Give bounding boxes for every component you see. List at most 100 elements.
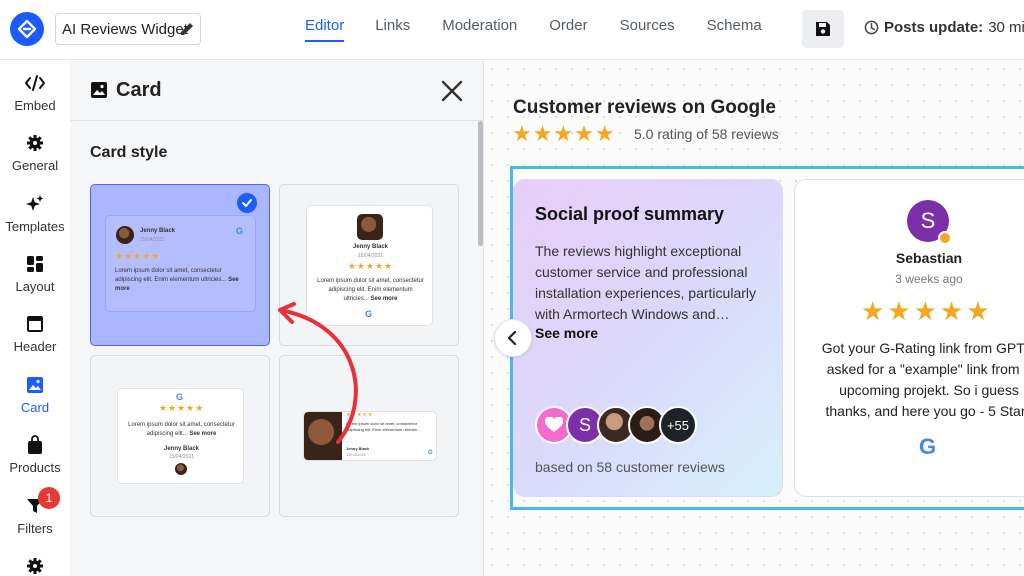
logo-icon — [17, 19, 37, 39]
code-icon — [24, 72, 46, 94]
posts-update-value: 30 min — [988, 19, 1024, 36]
sidebar-item-label: Card — [20, 400, 50, 415]
reviewer-avatar — [357, 214, 383, 240]
google-icon: G — [236, 226, 244, 236]
panel-title: Card — [116, 79, 162, 101]
reviewer-avatar — [175, 463, 187, 475]
clock-icon — [864, 20, 879, 35]
main-tabs: Editor Links Moderation Order Sources Sc… — [290, 0, 762, 60]
sidebar-item-label: Embed — [14, 98, 56, 113]
heart-icon — [545, 417, 563, 432]
sidebar-item-templates[interactable]: Templates — [0, 193, 70, 234]
see-more-link[interactable]: See more — [535, 325, 598, 341]
tab-schema[interactable]: Schema — [707, 0, 762, 60]
posts-update-status: Posts update: 30 min — [864, 19, 1024, 36]
mini-review-date: 15/04/2021 — [346, 452, 367, 457]
bag-icon — [24, 434, 46, 456]
card-settings-panel: Card Card style Jenny Black 15/04/2021 G… — [70, 61, 484, 576]
card-style-option-3[interactable]: G ★★★★★ Lorem ipsum dolor sit amet, cons… — [90, 355, 270, 517]
local-guide-badge — [938, 231, 952, 245]
card-style-option-2[interactable]: Jenny Black 15/04/2021 ★★★★★ Lorem ipsum… — [279, 184, 459, 346]
reviewer-name: Sebastian — [895, 250, 963, 266]
mini-reviewer-name: Jenny Black — [346, 446, 370, 451]
preview-title: Customer reviews on Google — [513, 97, 776, 118]
tab-sources[interactable]: Sources — [620, 0, 675, 60]
summary-body: The reviews highlight exceptional custom… — [535, 243, 756, 322]
tab-links[interactable]: Links — [375, 0, 410, 60]
close-icon[interactable] — [438, 77, 466, 105]
sidebar-item-label: Templates — [5, 219, 65, 234]
sidebar-item-label: Filters — [17, 521, 53, 536]
image-icon — [24, 374, 46, 396]
top-bar: AI Reviews Widget Editor Links Moderatio… — [0, 0, 1024, 60]
preview-star-rating: ★★★★★ — [512, 121, 616, 146]
summary-title: Social proof summary — [535, 204, 725, 224]
sidebar-item-label: Layout — [15, 279, 55, 294]
mini-star-rating: ★★★★★ — [158, 403, 205, 413]
mini-review-card: Jenny Black 15/04/2021 G ★★★★★ Lorem ips… — [105, 215, 256, 312]
header-icon — [24, 313, 46, 335]
reviewer-initial: S — [920, 208, 936, 233]
mini-review-text: Lorem ipsum dolor sit amet, consectetur … — [346, 421, 421, 432]
social-proof-summary-card: Social proof summary The reviews highlig… — [513, 179, 783, 497]
widget-preview: Customer reviews on Google ★★★★★ 5.0 rat… — [484, 61, 1024, 576]
summary-based-on: based on 58 customer reviews — [535, 459, 725, 475]
posts-update-label: Posts update: — [884, 19, 984, 36]
mini-star-rating: ★★★★★ — [347, 261, 394, 271]
sidebar-item-label: Products — [9, 460, 61, 475]
mini-review-date: 15/04/2021 — [140, 237, 166, 243]
google-icon: G — [919, 434, 937, 459]
mini-star-rating: ★★★★★ — [115, 251, 161, 261]
layout-icon — [24, 253, 46, 275]
tab-editor[interactable]: Editor — [305, 0, 345, 60]
widget-name-field[interactable]: AI Reviews Widget — [55, 13, 201, 45]
sidebar-item-card[interactable]: Card — [0, 374, 70, 415]
image-icon — [91, 82, 107, 98]
google-icon: G — [365, 309, 373, 319]
floppy-disk-icon — [816, 22, 830, 36]
mini-reviewer-name: Jenny Black — [140, 228, 176, 234]
sidebar-item-embed[interactable]: Embed — [0, 72, 70, 113]
sidebar-item-products[interactable]: Products — [0, 434, 70, 475]
mini-review-text: Lorem ipsum dolor sit amet, consectetur … — [115, 268, 239, 292]
mini-reviewer-name: Jenny Black — [352, 244, 389, 250]
sidebar-item-settings[interactable] — [0, 555, 70, 576]
card-style-option-1[interactable]: Jenny Black 15/04/2021 G ★★★★★ Lorem ips… — [90, 184, 270, 346]
widget-name-text: AI Reviews Widget — [62, 20, 188, 38]
mini-review-card: ★★★★★ Lorem ipsum dolor sit amet, consec… — [303, 411, 437, 461]
app-logo[interactable] — [10, 12, 44, 46]
mini-review-card: Jenny Black 15/04/2021 ★★★★★ Lorem ipsum… — [306, 205, 433, 326]
sidebar-item-layout[interactable]: Layout — [0, 253, 70, 294]
reviewer-avatar: S — [907, 200, 952, 245]
sidebar-item-header[interactable]: Header — [0, 313, 70, 354]
mini-review-text: Lorem ipsum dolor sit amet, consectetur … — [317, 278, 424, 302]
tab-moderation[interactable]: Moderation — [442, 0, 517, 60]
pencil-icon[interactable] — [179, 21, 195, 37]
mini-reviewer-name: Jenny Black — [163, 446, 200, 452]
filters-count-badge: 1 — [38, 487, 60, 509]
sidebar-item-general[interactable]: General — [0, 132, 70, 173]
mini-review-date: 15/04/2021 — [168, 454, 195, 460]
mini-review-card: G ★★★★★ Lorem ipsum dolor sit amet, cons… — [117, 388, 244, 484]
review-card: S Sebastian 3 weeks ago ★★★★★ Got your G… — [794, 179, 1024, 497]
panel-scrollbar[interactable] — [478, 121, 483, 246]
carousel-prev-button[interactable] — [494, 319, 532, 357]
preview-rating-text: 5.0 rating of 58 reviews — [634, 126, 779, 142]
reviewer-avatar — [116, 226, 134, 244]
card-style-option-4[interactable]: ★★★★★ Lorem ipsum dolor sit amet, consec… — [279, 355, 459, 517]
card-style-heading: Card style — [90, 144, 168, 161]
review-date: 3 weeks ago — [895, 272, 963, 286]
sparkle-icon — [24, 193, 46, 215]
gear-icon — [24, 132, 46, 154]
mini-star-rating: ★★★★★ — [346, 412, 374, 418]
gear-icon — [24, 555, 46, 576]
checkmark-icon — [237, 193, 257, 213]
sidebar-item-filters[interactable]: Filters 1 — [0, 487, 70, 536]
panel-header: Card — [70, 61, 483, 121]
save-button[interactable] — [802, 10, 844, 48]
google-icon: G — [176, 392, 184, 402]
reviewer-photo — [304, 412, 342, 460]
tab-order[interactable]: Order — [549, 0, 587, 60]
mini-review-text: Lorem ipsum dolor sit amet, consectetur … — [128, 422, 235, 437]
settings-sidebar: Embed General Templates Layout Header Ca… — [0, 61, 70, 576]
